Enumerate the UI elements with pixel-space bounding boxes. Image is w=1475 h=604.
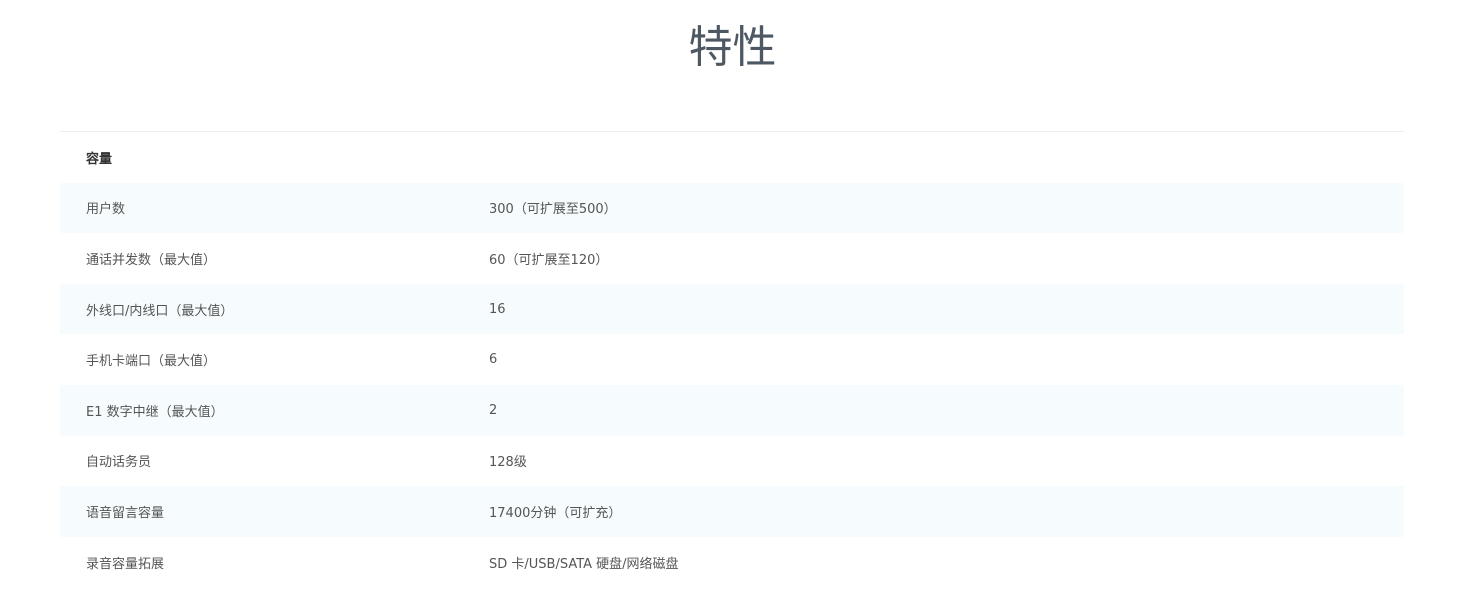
row-label: 外线口/内线口（最大值）: [86, 303, 234, 319]
row-label: 录音容量拓展: [86, 556, 165, 572]
row-label: 手机卡端口（最大值）: [86, 354, 217, 370]
row-value: 300（可扩展至500）: [489, 202, 617, 218]
table-row: 语音留言容量 17400分钟（可扩充）: [60, 486, 1404, 537]
row-value: 128级: [489, 455, 527, 471]
table-row: 通话并发数（最大值） 60（可扩展至120）: [60, 233, 1404, 284]
table-row: 用户数 300（可扩展至500）: [60, 182, 1404, 234]
table-row: 录音容量拓展 SD 卡/USB/SATA 硬盘/网络磁盘: [60, 537, 1404, 588]
table-header-row: 容量: [60, 132, 1404, 183]
table-row: 自动话务员 128级: [60, 436, 1404, 487]
table-row: 外线口/内线口（最大值） 16: [60, 283, 1404, 335]
row-label: 用户数: [86, 202, 126, 218]
row-label: 通话并发数（最大值）: [86, 252, 217, 268]
spec-table: 容量 用户数 300（可扩展至500） 通话并发数（最大值） 60（可扩展至12…: [60, 131, 1404, 587]
table-header-label: 容量: [86, 151, 113, 167]
row-label: E1 数字中继（最大值）: [86, 404, 224, 420]
table-row: E1 数字中继（最大值） 2: [60, 384, 1404, 436]
row-value: 17400分钟（可扩充）: [489, 505, 622, 521]
row-value: 6: [489, 352, 498, 368]
page-title: 特性: [688, 22, 777, 73]
row-value: SD 卡/USB/SATA 硬盘/网络磁盘: [489, 556, 679, 572]
row-value: 16: [489, 301, 506, 317]
row-label: 语音留言容量: [86, 505, 165, 521]
table-row: 手机卡端口（最大值） 6: [60, 334, 1404, 385]
row-value: 60（可扩展至120）: [489, 252, 609, 268]
row-value: 2: [489, 402, 498, 418]
row-label: 自动话务员: [86, 455, 152, 471]
